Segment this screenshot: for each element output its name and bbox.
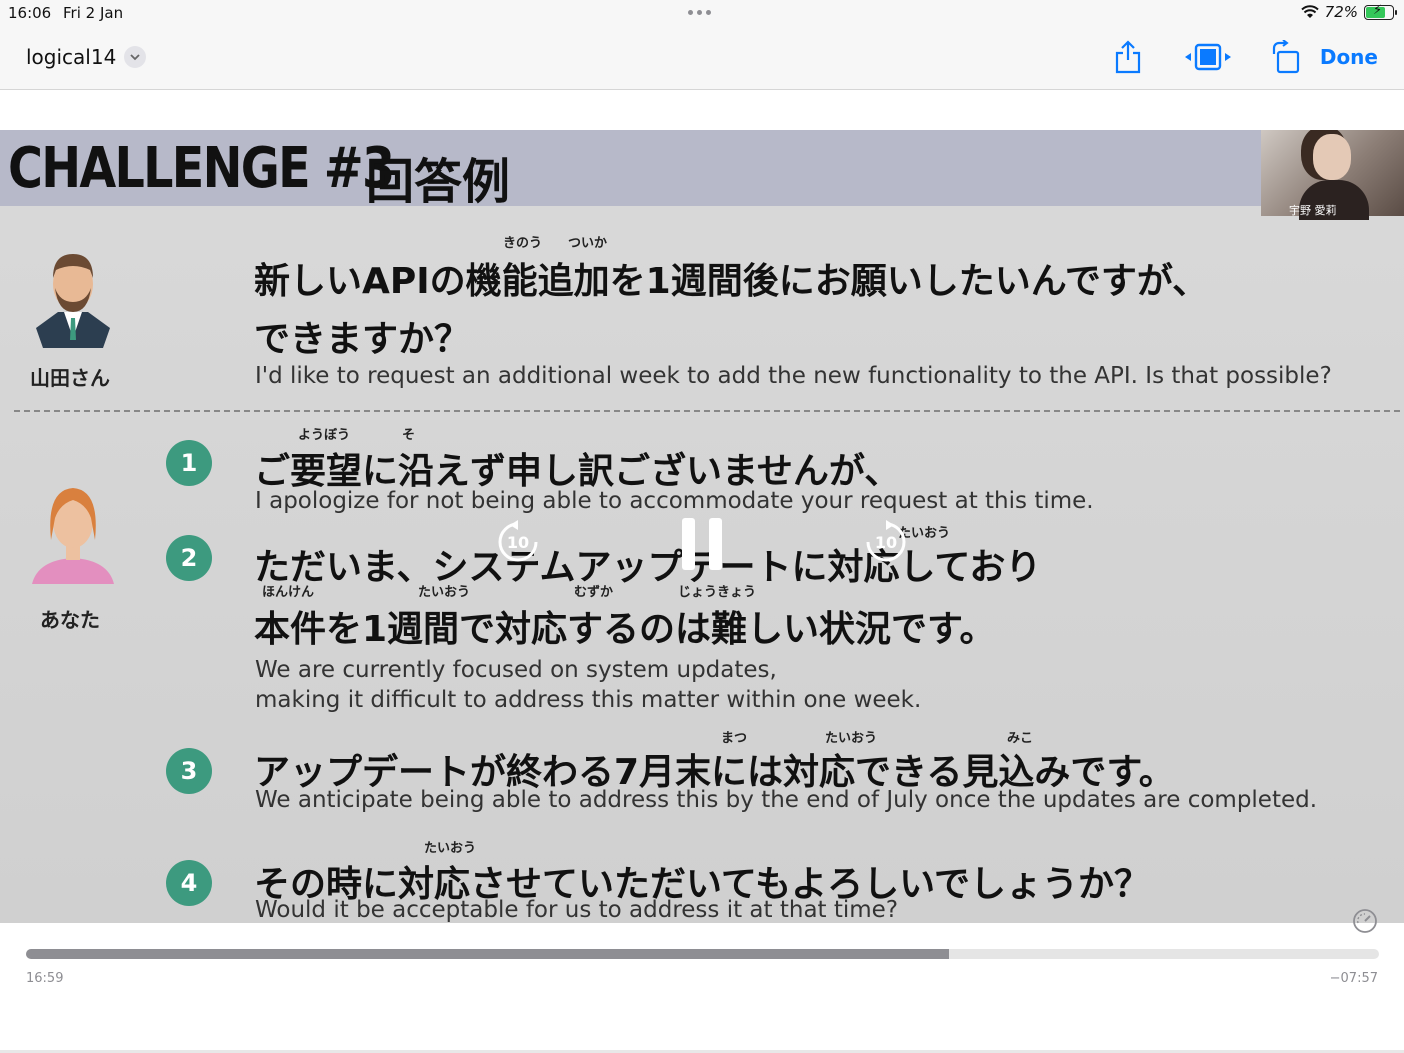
woman-avatar-icon [32, 488, 114, 584]
skip-forward-10-button[interactable]: 10 [864, 520, 908, 564]
man-avatar-icon [36, 254, 110, 348]
multitasking-dots-icon[interactable] [688, 10, 711, 15]
answer-jp-line2: 本件を1週間で対応するのは難しい状況です。 [254, 609, 996, 650]
playback-scrubber[interactable] [26, 949, 1379, 959]
question-en: I'd like to request an additional week t… [255, 363, 1332, 389]
remaining-time: −07:57 [1329, 971, 1378, 986]
presenter-webcam: 宇野 愛莉 [1261, 130, 1404, 220]
answer-number-badge: 1 [166, 440, 212, 486]
answer-number-badge: 4 [166, 860, 212, 906]
challenge-title: CHALLENGE #3 [8, 136, 395, 201]
status-date: Fri 2 Jan [63, 4, 124, 22]
question-jp-line1: 新しいAPIの機能追加を1週間後にお願いしたいんですが、 [254, 261, 1209, 302]
answer-jp: ご要望に沿えず申し訳ございませんが、 [254, 451, 901, 492]
done-button[interactable]: Done [1320, 45, 1378, 69]
pause-button[interactable] [682, 518, 722, 570]
question-jp-line2: できますか？ [254, 319, 471, 360]
video-title: logical14 [26, 45, 117, 69]
person-a-label: 山田さん [30, 366, 110, 390]
share-icon[interactable] [1114, 40, 1142, 74]
answer-en: Would it be acceptable for us to address… [255, 897, 899, 923]
answer-ruby-line2: ほんけん たいおう むずか じょうきょう [262, 585, 757, 600]
rotate-icon[interactable] [1270, 40, 1302, 74]
dashed-divider [14, 410, 1400, 412]
slide-header: CHALLENGE #3 回答例 [0, 130, 1404, 210]
answer-ruby: ようぼう そ [298, 428, 416, 443]
navigation-bar: logical14 Done [0, 26, 1404, 90]
question-ruby: きのう ついか [503, 236, 608, 251]
picture-in-picture-icon[interactable] [1183, 42, 1233, 72]
wifi-icon [1300, 5, 1319, 18]
skip-back-10-button[interactable]: 10 [496, 520, 540, 564]
person-b-label: あなた [40, 608, 100, 632]
answer-en: We are currently focused on system updat… [255, 657, 777, 683]
elapsed-time: 16:59 [26, 971, 64, 986]
answer-en-line2: making it difficult to address this matt… [255, 687, 922, 713]
played-progress [26, 949, 949, 959]
status-bar: 16:06 Fri 2 Jan 72% ⚡ [0, 0, 1404, 26]
challenge-subtitle: 回答例 [366, 154, 511, 210]
battery-icon: ⚡ [1364, 3, 1397, 20]
answer-ruby: たいおう [424, 841, 477, 856]
answer-en: I apologize for not being able to accomm… [255, 488, 1094, 514]
answer-number-badge: 2 [166, 535, 212, 581]
title-menu-chevron-down-icon[interactable] [124, 46, 146, 68]
answer-number-badge: 3 [166, 748, 212, 794]
webcam-caption: 宇野 愛莉 [1289, 204, 1337, 217]
answer-en: We anticipate being able to address this… [255, 787, 1318, 813]
skip-forward-label: 10 [874, 532, 898, 552]
playback-speed-icon[interactable] [1352, 908, 1378, 934]
battery-percent: 72% [1324, 3, 1358, 21]
skip-back-label: 10 [506, 532, 530, 552]
status-time: 16:06 [8, 4, 52, 22]
